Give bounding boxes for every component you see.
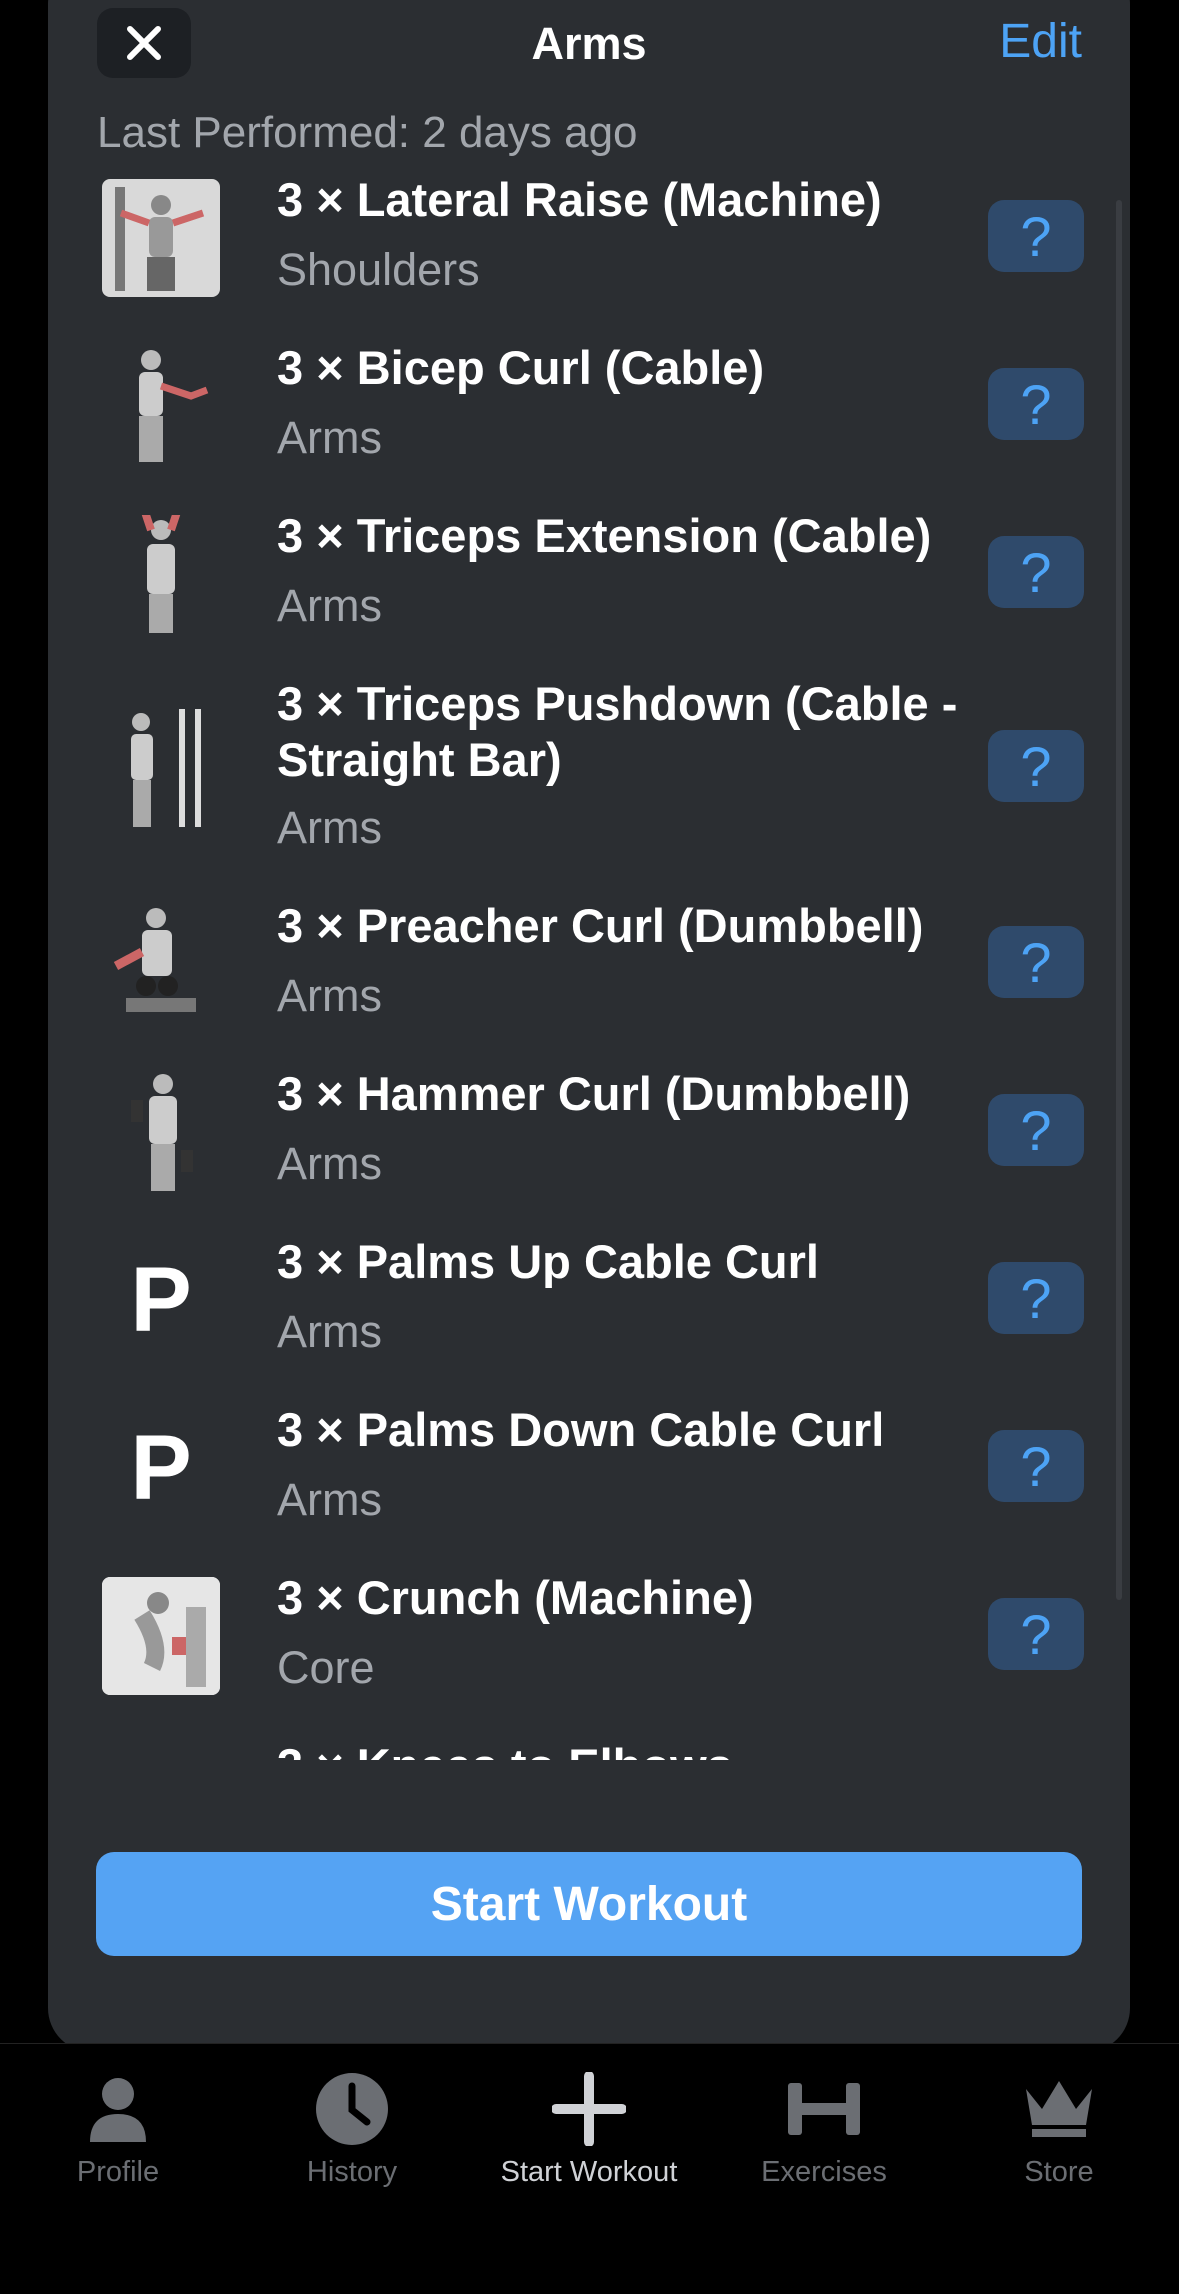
exercise-name: 3 × Palms Up Cable Curl: [277, 1235, 819, 1288]
exercise-thumbnail: [97, 1572, 225, 1700]
exercise-row[interactable]: 3 × Crunch (Machine) Core ?: [48, 1558, 1130, 1726]
exercise-name: 3 × Triceps Extension (Cable): [277, 509, 932, 562]
exercise-name: 3 × Bicep Curl (Cable): [277, 341, 765, 394]
exercise-info-button[interactable]: ?: [988, 200, 1084, 272]
scrollbar[interactable]: [1116, 200, 1122, 1600]
exercise-row[interactable]: 3 × Lateral Raise (Machine) Shoulders ?: [48, 160, 1130, 328]
tab-label: Profile: [76, 2156, 160, 2188]
exercise-muscle: Arms: [277, 1474, 382, 1525]
exercise-info-button[interactable]: ?: [988, 926, 1084, 998]
person-icon: [90, 2078, 146, 2142]
exercise-initial: P: [130, 1248, 192, 1351]
question-icon: ?: [1020, 1434, 1052, 1498]
exercise-info-button[interactable]: ?: [988, 730, 1084, 802]
exercise-name: 3 × Crunch (Machine): [277, 1571, 754, 1624]
clock-icon: [316, 2073, 388, 2145]
knees-to-elbows-image: [102, 1745, 220, 1760]
question-icon: ?: [1020, 1098, 1052, 1162]
question-icon: ?: [1020, 930, 1052, 994]
exercise-info-button[interactable]: ?: [988, 1094, 1084, 1166]
exercise-name: 3 × Hammer Curl (Dumbbell): [277, 1067, 911, 1120]
crown-icon: [1026, 2081, 1092, 2137]
exercise-info-button[interactable]: ?: [988, 1598, 1084, 1670]
exercise-muscle: Arms: [277, 802, 382, 853]
question-icon: ?: [1020, 372, 1052, 436]
tab-store[interactable]: Store: [959, 2064, 1159, 2189]
exercise-info-button[interactable]: ?: [988, 536, 1084, 608]
exercise-name: 3 × Lateral Raise (Machine): [277, 173, 882, 226]
tab-label: Start Workout: [500, 2156, 678, 2188]
exercise-name: 3 × Preacher Curl (Dumbbell): [277, 899, 924, 952]
exercise-muscle: Arms: [277, 1306, 382, 1357]
exercise-muscle: Arms: [277, 412, 382, 463]
tab-label: Store: [1024, 2156, 1094, 2188]
lateral-raise-image: [102, 179, 220, 297]
dumbbell-icon: [788, 2083, 860, 2135]
tab-bar: Profile History Start Workout Exercises …: [0, 2043, 1179, 2294]
exercise-thumbnail: [97, 704, 225, 832]
tab-history[interactable]: History: [252, 2064, 452, 2189]
exercise-muscle: Shoulders: [277, 244, 480, 295]
preacher-curl-image: [102, 905, 220, 1023]
exercise-thumbnail: [97, 900, 225, 1028]
question-icon: ?: [1020, 1266, 1052, 1330]
exercise-name: 3 × Triceps Pushdown (Cable - Straight B…: [277, 677, 958, 786]
exercise-muscle: Arms: [277, 970, 382, 1021]
start-workout-button[interactable]: Start Workout: [96, 1852, 1082, 1956]
exercise-muscle: Arms: [277, 1138, 382, 1189]
question-icon: ?: [1020, 540, 1052, 604]
edit-button[interactable]: Edit: [999, 14, 1082, 69]
exercise-thumbnail: [97, 174, 225, 302]
exercise-row[interactable]: 3 × Triceps Extension (Cable) Arms ?: [48, 496, 1130, 664]
exercise-name: 3 × Palms Down Cable Curl: [277, 1403, 885, 1456]
exercise-row[interactable]: 3 × Bicep Curl (Cable) Arms ?: [48, 328, 1130, 496]
exercise-row[interactable]: 3 × Knees to Elbows: [48, 1726, 1130, 1760]
exercise-list[interactable]: 3 × Lateral Raise (Machine) Shoulders ? …: [48, 160, 1130, 1760]
exercise-initial: P: [130, 1416, 192, 1519]
exercise-thumbnail: P: [97, 1404, 225, 1532]
tab-label: Exercises: [761, 2156, 887, 2188]
triceps-pushdown-image: [102, 709, 220, 827]
hammer-curl-image: [102, 1073, 220, 1191]
question-icon: ?: [1020, 204, 1052, 268]
tab-label: History: [306, 2156, 398, 2188]
exercise-info-button[interactable]: ?: [988, 1262, 1084, 1334]
exercise-thumbnail: [97, 342, 225, 470]
exercise-row[interactable]: P 3 × Palms Down Cable Curl Arms ?: [48, 1390, 1130, 1558]
exercise-thumbnail: P: [97, 1236, 225, 1364]
tab-start-workout[interactable]: Start Workout: [489, 2064, 689, 2189]
triceps-extension-image: [102, 515, 220, 633]
sheet-title: Arms: [531, 18, 647, 69]
exercise-row[interactable]: 3 × Triceps Pushdown (Cable - Straight B…: [48, 664, 1130, 886]
exercise-row[interactable]: 3 × Hammer Curl (Dumbbell) Arms ?: [48, 1054, 1130, 1222]
exercise-row[interactable]: P 3 × Palms Up Cable Curl Arms ?: [48, 1222, 1130, 1390]
exercise-muscle: Arms: [277, 580, 382, 631]
plus-icon: [552, 2072, 626, 2146]
tab-profile[interactable]: Profile: [18, 2064, 218, 2189]
exercise-thumbnail: [97, 510, 225, 638]
tab-exercises[interactable]: Exercises: [724, 2064, 924, 2189]
exercise-muscle: Core: [277, 1642, 375, 1693]
question-icon: ?: [1020, 1602, 1052, 1666]
exercise-row[interactable]: 3 × Preacher Curl (Dumbbell) Arms ?: [48, 886, 1130, 1054]
exercise-thumbnail: [97, 1740, 225, 1760]
exercise-info-button[interactable]: ?: [988, 1430, 1084, 1502]
bicep-curl-image: [102, 347, 220, 465]
exercise-name: 3 × Knees to Elbows: [277, 1738, 997, 1760]
last-performed: Last Performed: 2 days ago: [97, 108, 638, 157]
workout-sheet: Arms Edit Last Performed: 2 days ago 3 ×…: [48, 0, 1130, 2052]
crunch-machine-image: [102, 1577, 220, 1695]
question-icon: ?: [1020, 734, 1052, 798]
exercise-thumbnail: [97, 1068, 225, 1196]
exercise-info-button[interactable]: ?: [988, 368, 1084, 440]
